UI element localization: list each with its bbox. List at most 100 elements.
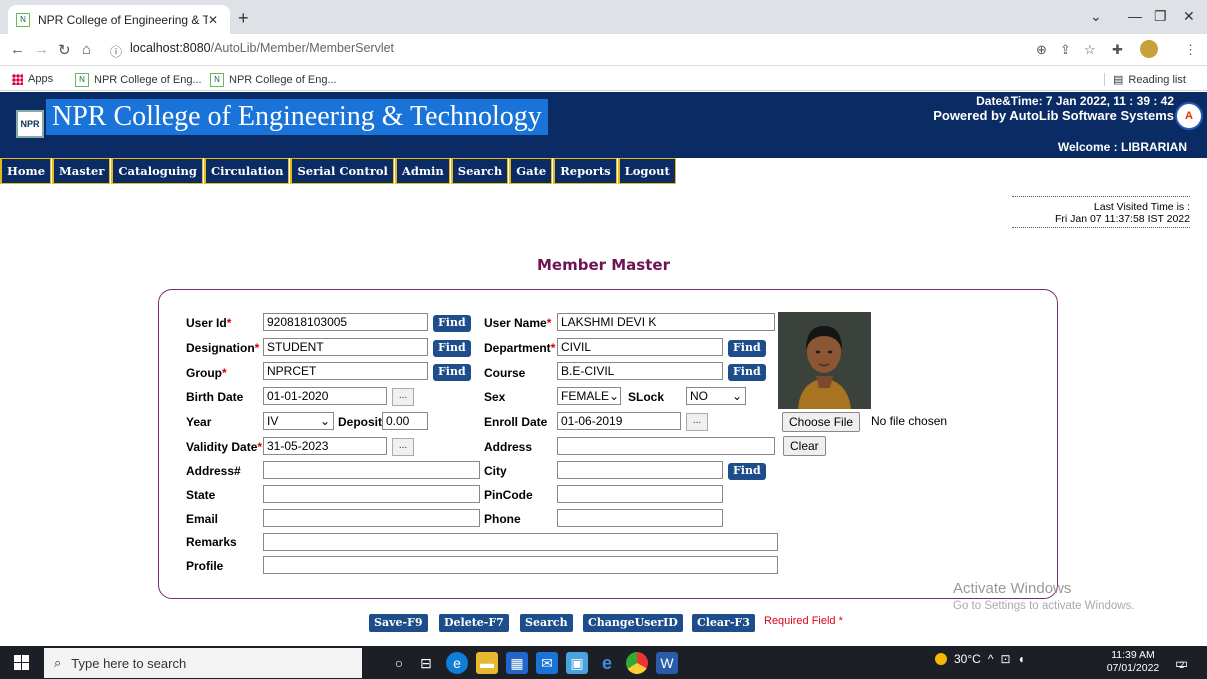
profile-input[interactable] bbox=[263, 556, 778, 574]
reading-list[interactable]: ▤ Reading list bbox=[1104, 73, 1186, 86]
sex-select[interactable]: FEMALE ⌄ bbox=[557, 387, 621, 405]
new-tab-button[interactable]: + bbox=[238, 8, 249, 29]
extensions-icon[interactable]: ✚ bbox=[1112, 42, 1123, 58]
delete-button[interactable]: Delete-F7 bbox=[439, 614, 509, 632]
word-icon[interactable]: W bbox=[656, 652, 678, 674]
course-input[interactable]: B.E-CIVIL bbox=[557, 362, 723, 380]
bookmark-star-icon[interactable]: ☆ bbox=[1084, 42, 1096, 58]
user-name-input[interactable]: LAKSHMI DEVI K bbox=[557, 313, 775, 331]
chevron-down-icon: ⌄ bbox=[731, 389, 742, 403]
year-select[interactable]: IV ⌄ bbox=[263, 412, 334, 430]
remarks-input[interactable] bbox=[263, 533, 778, 551]
last-visited: Last Visited Time is : Fri Jan 07 11:37:… bbox=[1012, 196, 1190, 228]
slock-select[interactable]: NO ⌄ bbox=[686, 387, 746, 405]
validity-date-input[interactable]: 31-05-2023 bbox=[263, 437, 387, 455]
share-icon[interactable]: ⇪ bbox=[1060, 42, 1071, 58]
user-id-input[interactable]: 920818103005 bbox=[263, 313, 428, 331]
label-year: Year bbox=[186, 415, 212, 429]
browser-tab[interactable]: N NPR College of Engineering & Te ✕ bbox=[8, 5, 230, 34]
clear-photo-button[interactable]: Clear bbox=[783, 436, 826, 456]
network-icon[interactable]: ⊡ bbox=[1000, 652, 1010, 666]
deposit-input[interactable]: 0.00 bbox=[382, 412, 428, 430]
menu-cataloguing[interactable]: Cataloguing bbox=[111, 158, 203, 184]
menu-admin[interactable]: Admin bbox=[394, 158, 450, 184]
sex-value: FEMALE bbox=[561, 389, 610, 403]
cortana-icon[interactable]: ○ bbox=[388, 652, 410, 674]
menu-serial-control[interactable]: Serial Control bbox=[290, 158, 394, 184]
pincode-input[interactable] bbox=[557, 485, 723, 503]
choose-file-button[interactable]: Choose File bbox=[782, 412, 861, 432]
slock-value: NO bbox=[690, 389, 708, 403]
chrome-icon[interactable] bbox=[626, 652, 648, 674]
enroll-date-input[interactable]: 01-06-2019 bbox=[557, 412, 681, 430]
college-name: NPR College of Engineering & Technology bbox=[46, 99, 548, 135]
menu-reports[interactable]: Reports bbox=[553, 158, 617, 184]
save-button[interactable]: Save-F9 bbox=[369, 614, 428, 632]
activate-windows-subtitle: Go to Settings to activate Windows. bbox=[953, 600, 1135, 612]
menu-master[interactable]: Master bbox=[52, 158, 111, 184]
tab-search-chevron-icon[interactable]: ⌄ bbox=[1090, 8, 1102, 25]
bookmark-apps[interactable]: Apps bbox=[12, 73, 53, 85]
browser-menu-icon[interactable]: ⋮ bbox=[1184, 42, 1197, 58]
window-close-icon[interactable]: ✕ bbox=[1183, 8, 1195, 25]
group-input[interactable]: NPRCET bbox=[263, 362, 428, 380]
home-icon[interactable]: ⌂ bbox=[82, 41, 91, 58]
validity-date-picker-button[interactable]: ... bbox=[392, 438, 414, 456]
profile-avatar[interactable] bbox=[1140, 40, 1158, 58]
url-field[interactable]: localhost:8080/AutoLib/Member/MemberServ… bbox=[130, 41, 394, 55]
label-text: Department bbox=[484, 341, 551, 355]
menu-logout[interactable]: Logout bbox=[617, 158, 676, 184]
state-input[interactable] bbox=[263, 485, 480, 503]
site-info-icon[interactable]: ⓘ bbox=[110, 43, 122, 60]
restore-icon[interactable]: ❐ bbox=[1154, 8, 1167, 25]
designation-input[interactable]: STUDENT bbox=[263, 338, 428, 356]
find-department-button[interactable]: Find bbox=[728, 340, 766, 357]
volume-icon[interactable]: ◖ bbox=[1018, 652, 1025, 666]
clear-form-button[interactable]: Clear-F3 bbox=[692, 614, 755, 632]
file-explorer-icon[interactable]: ▬ bbox=[476, 652, 498, 674]
birth-date-picker-button[interactable]: ... bbox=[392, 388, 414, 406]
zoom-icon[interactable]: ⊕ bbox=[1036, 42, 1047, 58]
back-icon[interactable]: ← bbox=[10, 41, 25, 58]
address-input[interactable] bbox=[557, 437, 775, 455]
find-user-id-button[interactable]: Find bbox=[433, 315, 471, 332]
address-hash-input[interactable] bbox=[263, 461, 480, 479]
internet-explorer-icon[interactable]: e bbox=[596, 652, 618, 674]
bookmark-item[interactable]: N NPR College of Eng... bbox=[75, 73, 202, 87]
label-deposit: Deposit bbox=[338, 415, 383, 429]
tray-chevron-icon[interactable]: ^ bbox=[988, 652, 994, 666]
no-file-chosen-text: No file chosen bbox=[871, 414, 948, 428]
birth-date-input[interactable]: 01-01-2020 bbox=[263, 387, 387, 405]
store-icon[interactable]: ▦ bbox=[506, 652, 528, 674]
phone-input[interactable] bbox=[557, 509, 723, 527]
edge-icon[interactable]: e bbox=[446, 652, 468, 674]
email-input[interactable] bbox=[263, 509, 480, 527]
menu-circulation[interactable]: Circulation bbox=[203, 158, 290, 184]
tab-close-icon[interactable]: ✕ bbox=[208, 13, 218, 27]
find-course-button[interactable]: Find bbox=[728, 364, 766, 381]
taskbar-clock[interactable]: 11:39 AM 07/01/2022 bbox=[1103, 649, 1163, 675]
find-designation-button[interactable]: Find bbox=[433, 340, 471, 357]
minimize-icon[interactable]: — bbox=[1128, 8, 1142, 24]
member-photo-image bbox=[778, 312, 871, 409]
menu-gate[interactable]: Gate bbox=[509, 158, 553, 184]
change-user-id-button[interactable]: ChangeUserID bbox=[583, 614, 683, 632]
enroll-date-picker-button[interactable]: ... bbox=[686, 413, 708, 431]
forward-icon[interactable]: → bbox=[34, 41, 49, 58]
department-input[interactable]: CIVIL bbox=[557, 338, 723, 356]
search-button[interactable]: Search bbox=[520, 614, 573, 632]
label-user-name: User Name* bbox=[484, 316, 551, 330]
city-input[interactable] bbox=[557, 461, 723, 479]
menu-search[interactable]: Search bbox=[450, 158, 509, 184]
mail-icon[interactable]: ✉ bbox=[536, 652, 558, 674]
notification-icon[interactable]: ▭2 bbox=[1175, 655, 1188, 672]
bookmark-item[interactable]: N NPR College of Eng... bbox=[210, 73, 337, 87]
app-icon[interactable]: ▣ bbox=[566, 652, 588, 674]
menu-home[interactable]: Home bbox=[0, 158, 52, 184]
find-city-button[interactable]: Find bbox=[728, 463, 766, 480]
find-group-button[interactable]: Find bbox=[433, 364, 471, 381]
taskbar-search[interactable]: ⌕ Type here to search bbox=[44, 648, 362, 678]
start-button[interactable] bbox=[14, 655, 29, 670]
task-view-icon[interactable]: ⊟ bbox=[415, 652, 437, 674]
reload-icon[interactable]: ↻ bbox=[58, 41, 71, 59]
